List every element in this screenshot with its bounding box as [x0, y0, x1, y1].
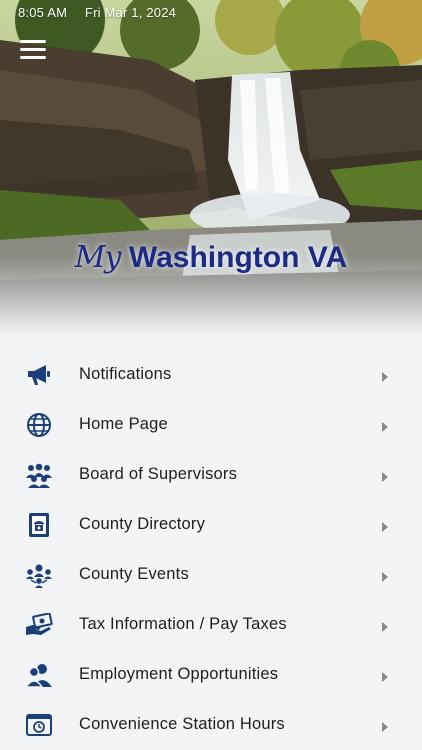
- header-banner: 8:05 AM Fri Mar 1, 2024 My Washington VA: [0, 0, 422, 335]
- menu-item-label: Convenience Station Hours: [79, 715, 285, 733]
- hamburger-menu-icon[interactable]: [20, 40, 46, 62]
- menu-item-label: Employment Opportunities: [79, 665, 279, 683]
- menu-item-tax-information[interactable]: Tax Information / Pay Taxes: [0, 600, 422, 650]
- menu-item-board-of-supervisors[interactable]: Board of Supervisors: [0, 450, 422, 500]
- app-title-my: My: [74, 240, 122, 275]
- group-icon: [25, 462, 53, 488]
- menu-item-label: Tax Information / Pay Taxes: [79, 615, 287, 633]
- menu-item-notifications[interactable]: Notifications: [0, 350, 422, 400]
- clock-window-icon: [25, 712, 53, 738]
- hamburger-line: [20, 48, 46, 51]
- users-icon: [25, 662, 53, 688]
- phone-book-icon: [25, 512, 53, 538]
- menu-item-home-page[interactable]: Home Page: [0, 400, 422, 450]
- menu-item-label: County Events: [79, 565, 189, 583]
- menu-item-employment-opportunities[interactable]: Employment Opportunities: [0, 650, 422, 700]
- status-date: Fri Mar 1, 2024: [84, 5, 177, 20]
- menu-item-label: Board of Supervisors: [79, 465, 238, 483]
- money-hand-icon: [25, 612, 53, 638]
- hamburger-line: [20, 40, 46, 43]
- megaphone-icon: [25, 362, 53, 388]
- app-title-name: Washington VA: [128, 241, 348, 274]
- menu-item-convenience-station-hours[interactable]: Convenience Station Hours: [0, 700, 422, 750]
- chevron-right-icon: [382, 372, 388, 382]
- globe-icon: [25, 412, 53, 438]
- chevron-right-icon: [382, 522, 388, 532]
- chevron-right-icon: [382, 572, 388, 582]
- menu-item-label: County Directory: [79, 515, 206, 533]
- chevron-right-icon: [382, 422, 388, 432]
- people-network-icon: [25, 562, 53, 588]
- status-bar: 8:05 AM Fri Mar 1, 2024: [18, 5, 176, 20]
- hamburger-line: [20, 56, 46, 59]
- menu-item-label: Home Page: [79, 415, 168, 433]
- chevron-right-icon: [382, 672, 388, 682]
- chevron-right-icon: [382, 622, 388, 632]
- menu-item-county-directory[interactable]: County Directory: [0, 500, 422, 550]
- menu-item-label: Notifications: [79, 365, 172, 383]
- waterfall-image: [0, 0, 422, 335]
- app-title: My Washington VA: [0, 240, 422, 275]
- menu-item-county-events[interactable]: County Events: [0, 550, 422, 600]
- chevron-right-icon: [382, 722, 388, 732]
- main-menu-list: Notifications Home Page Board of Supervi…: [0, 350, 422, 750]
- chevron-right-icon: [382, 472, 388, 482]
- status-time: 8:05 AM: [18, 5, 68, 20]
